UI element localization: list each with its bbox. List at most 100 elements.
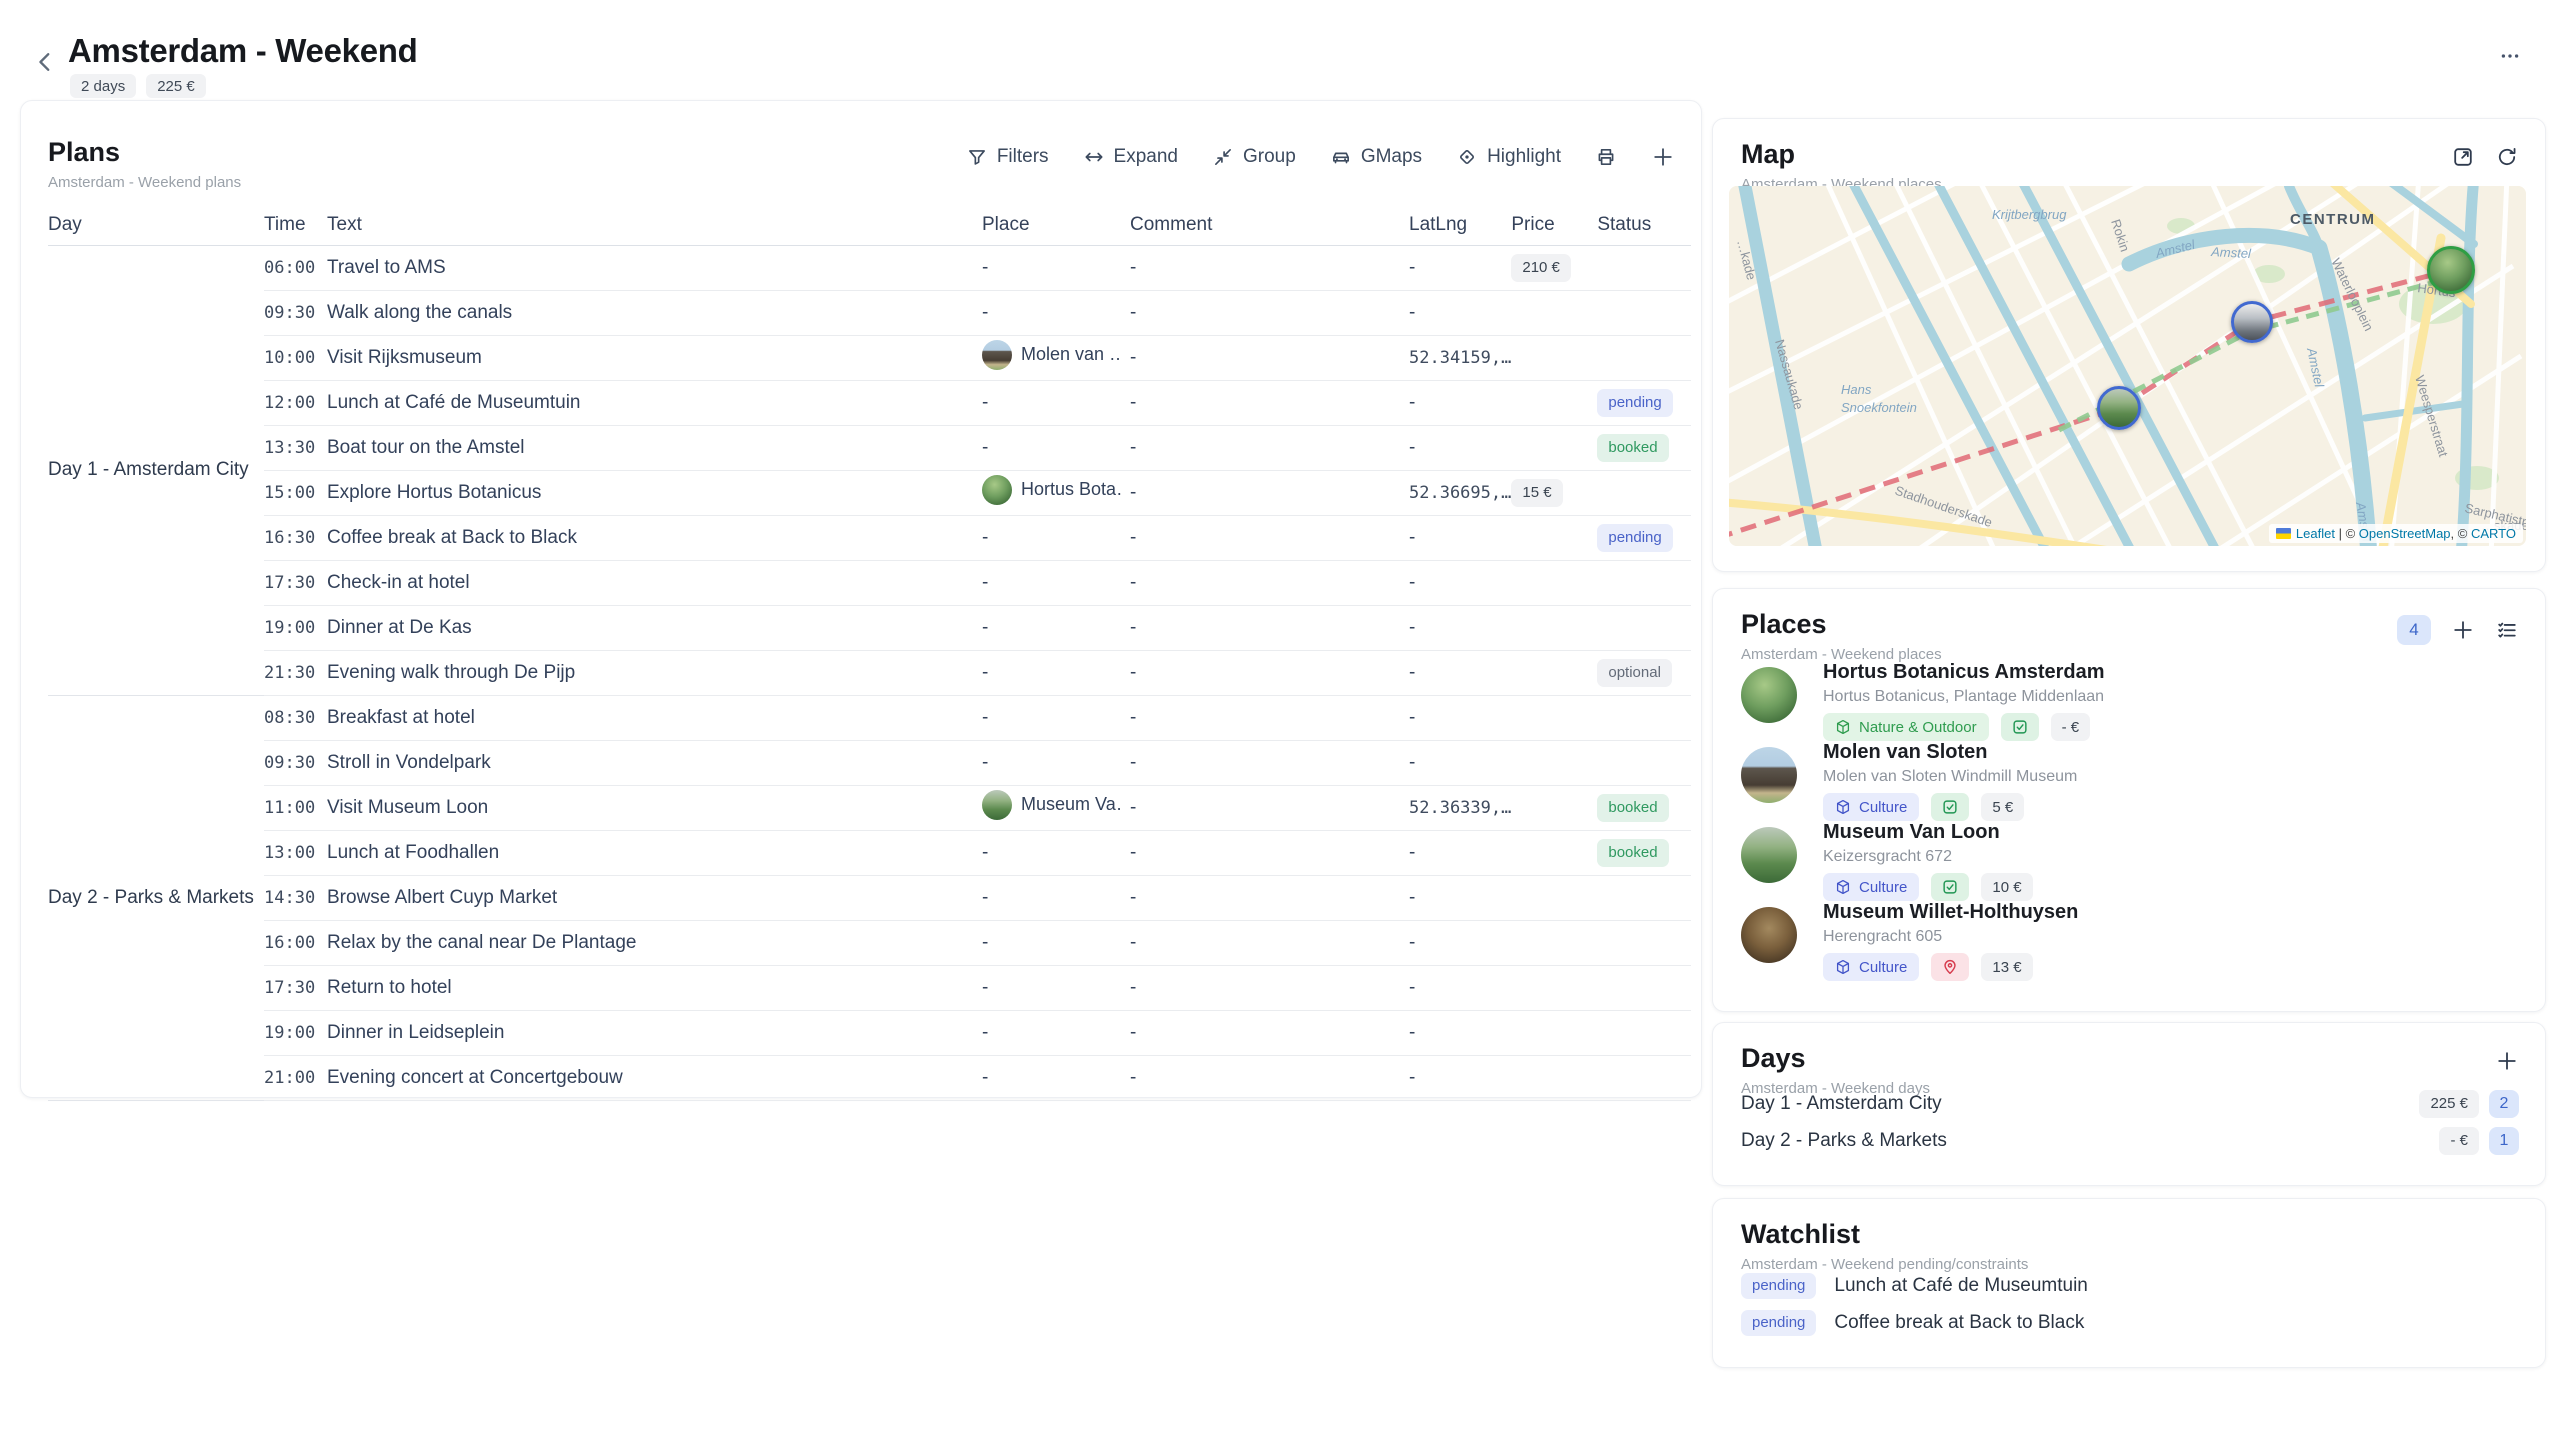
latlng-value: 52.36695,… [1409,483,1511,503]
add-plan-button[interactable] [1651,145,1675,169]
osm-link[interactable]: OpenStreetMap [2359,526,2451,541]
watchlist-item[interactable]: pendingCoffee break at Back to Black [1741,1304,2519,1341]
column-header-price[interactable]: Price [1511,205,1597,245]
table-row[interactable]: 19:00Dinner in Leidseplein--- [48,1010,1691,1055]
more-menu-button[interactable] [2492,42,2528,72]
watchlist-item[interactable]: pendingLunch at Café de Museumtuin [1741,1267,2519,1304]
table-row[interactable]: 11:00Visit Museum LoonMuseum Va…-52.3633… [48,785,1691,830]
cube-icon [1835,959,1851,975]
add-place-button[interactable] [2451,618,2475,642]
map[interactable]: KrijtbergbrugRokinAmstelAmstelCENTRUMWat… [1729,186,2526,546]
plus-icon [2495,1049,2519,1073]
day-count-badge: 1 [2489,1127,2519,1155]
table-row[interactable]: 09:30Stroll in Vondelpark--- [48,740,1691,785]
table-row[interactable]: 13:00Lunch at Foodhallen---booked [48,830,1691,875]
column-header-status[interactable]: Status [1597,205,1691,245]
table-row[interactable]: 09:30Walk along the canals--- [48,290,1691,335]
app-header: Amsterdam - Weekend 2 days225 € [28,30,2532,100]
cube-icon [1835,879,1851,895]
place-list-item[interactable]: Museum Willet-HolthuysenHerengracht 605C… [1741,901,2519,981]
column-header-comment[interactable]: Comment [1130,205,1409,245]
plan-comment: - [1130,560,1409,605]
column-header-text[interactable]: Text [327,205,982,245]
plan-place-cell: - [982,515,1130,560]
column-header-day[interactable]: Day [48,205,264,245]
place-badges: Nature & Outdoor- € [1823,713,2519,741]
visited-check-badge [1931,873,1969,901]
table-row[interactable]: 21:00Evening concert at Concertgebouw--- [48,1055,1691,1100]
plan-price [1511,785,1597,830]
table-row[interactable]: Day 1 - Amsterdam City06:00Travel to AMS… [48,245,1691,290]
day-label: Day 2 - Parks & Markets [1741,1130,1947,1152]
places-list-view-button[interactable] [2495,618,2519,642]
leaflet-link[interactable]: Leaflet [2296,526,2335,541]
expand-button[interactable]: Expand [1083,146,1178,168]
plan-text: Breakfast at hotel [327,695,982,740]
place-list-item[interactable]: Hortus Botanicus AmsterdamHortus Botanic… [1741,661,2519,741]
place-detail: Herengracht 605 [1823,928,2519,946]
check-square-icon [1941,798,1959,816]
table-row[interactable]: 17:30Return to hotel--- [48,965,1691,1010]
table-row[interactable]: 12:00Lunch at Café de Museumtuin---pendi… [48,380,1691,425]
hortus-botanicus-marker[interactable] [2427,246,2475,294]
map-fullscreen-button[interactable] [2451,145,2475,169]
museum-willet-marker[interactable] [2231,301,2273,343]
column-header-place[interactable]: Place [982,205,1130,245]
place-badges: Culture13 € [1823,953,2519,981]
day-list-item[interactable]: Day 2 - Parks & Markets- €1 [1741,1122,2519,1159]
map-label: Amstel [2210,244,2253,261]
table-row[interactable]: 13:30Boat tour on the Amstel---booked [48,425,1691,470]
table-row[interactable]: 16:30Coffee break at Back to Black---pen… [48,515,1691,560]
watchlist-items: pendingLunch at Café de Museumtuinpendin… [1741,1267,2519,1341]
table-row[interactable]: 19:00Dinner at De Kas--- [48,605,1691,650]
latlng-value: - [1409,437,1415,458]
table-row[interactable]: 10:00Visit RijksmuseumMolen van …-52.341… [48,335,1691,380]
map-panel: Map Amsterdam - Weekend places [1712,118,2546,572]
latlng-value: - [1409,572,1415,593]
add-day-button[interactable] [2495,1049,2519,1073]
plan-place: Museum Va… [982,790,1122,820]
filters-button[interactable]: Filters [966,146,1049,168]
plan-status [1597,1010,1691,1055]
day-list-item[interactable]: Day 1 - Amsterdam City225 €2 [1741,1085,2519,1122]
group-button[interactable]: Group [1212,146,1296,168]
table-row[interactable]: 17:30Check-in at hotel--- [48,560,1691,605]
gmaps-button[interactable]: GMaps [1330,146,1422,168]
plan-comment: - [1130,605,1409,650]
plus-icon [2451,618,2475,642]
list-check-icon [2495,618,2519,642]
highlight-button[interactable]: Highlight [1456,146,1561,168]
plan-price [1511,740,1597,785]
table-row[interactable]: 14:30Browse Albert Cuyp Market--- [48,875,1691,920]
table-row[interactable]: 21:30Evening walk through De Pijp---opti… [48,650,1691,695]
plan-text: Walk along the canals [327,290,982,335]
plan-place-cell: - [982,650,1130,695]
plan-price [1511,1055,1597,1100]
map-title: Map [1741,139,2519,170]
plan-text: Explore Hortus Botanicus [327,470,982,515]
museum-van-loon-marker[interactable] [2097,386,2141,430]
latlng-value: - [1409,932,1415,953]
back-button[interactable] [28,46,62,80]
plan-text: Coffee break at Back to Black [327,515,982,560]
print-button[interactable] [1595,146,1617,168]
visited-check-badge [1931,793,1969,821]
table-row[interactable]: Day 2 - Parks & Markets08:30Breakfast at… [48,695,1691,740]
map-refresh-button[interactable] [2495,145,2519,169]
place-list-item[interactable]: Molen van SlotenMolen van Sloten Windmil… [1741,741,2519,821]
column-header-latlng[interactable]: LatLng [1409,205,1511,245]
plan-comment: - [1130,245,1409,290]
column-header-time[interactable]: Time [264,205,327,245]
plan-status [1597,875,1691,920]
carto-link[interactable]: CARTO [2471,526,2516,541]
watchlist-panel: Watchlist Amsterdam - Weekend pending/co… [1712,1198,2546,1368]
place-detail: Molen van Sloten Windmill Museum [1823,768,2519,786]
place-thumbnail [982,340,1012,370]
status-badge: pending [1597,524,1672,552]
table-row[interactable]: 16:00Relax by the canal near De Plantage… [48,920,1691,965]
table-row[interactable]: 15:00Explore Hortus BotanicusHortus Bota… [48,470,1691,515]
place-body: Hortus Botanicus AmsterdamHortus Botanic… [1823,661,2519,741]
plan-status: optional [1597,650,1691,695]
place-list-item[interactable]: Museum Van LoonKeizersgracht 672Culture1… [1741,821,2519,901]
plan-price [1511,875,1597,920]
